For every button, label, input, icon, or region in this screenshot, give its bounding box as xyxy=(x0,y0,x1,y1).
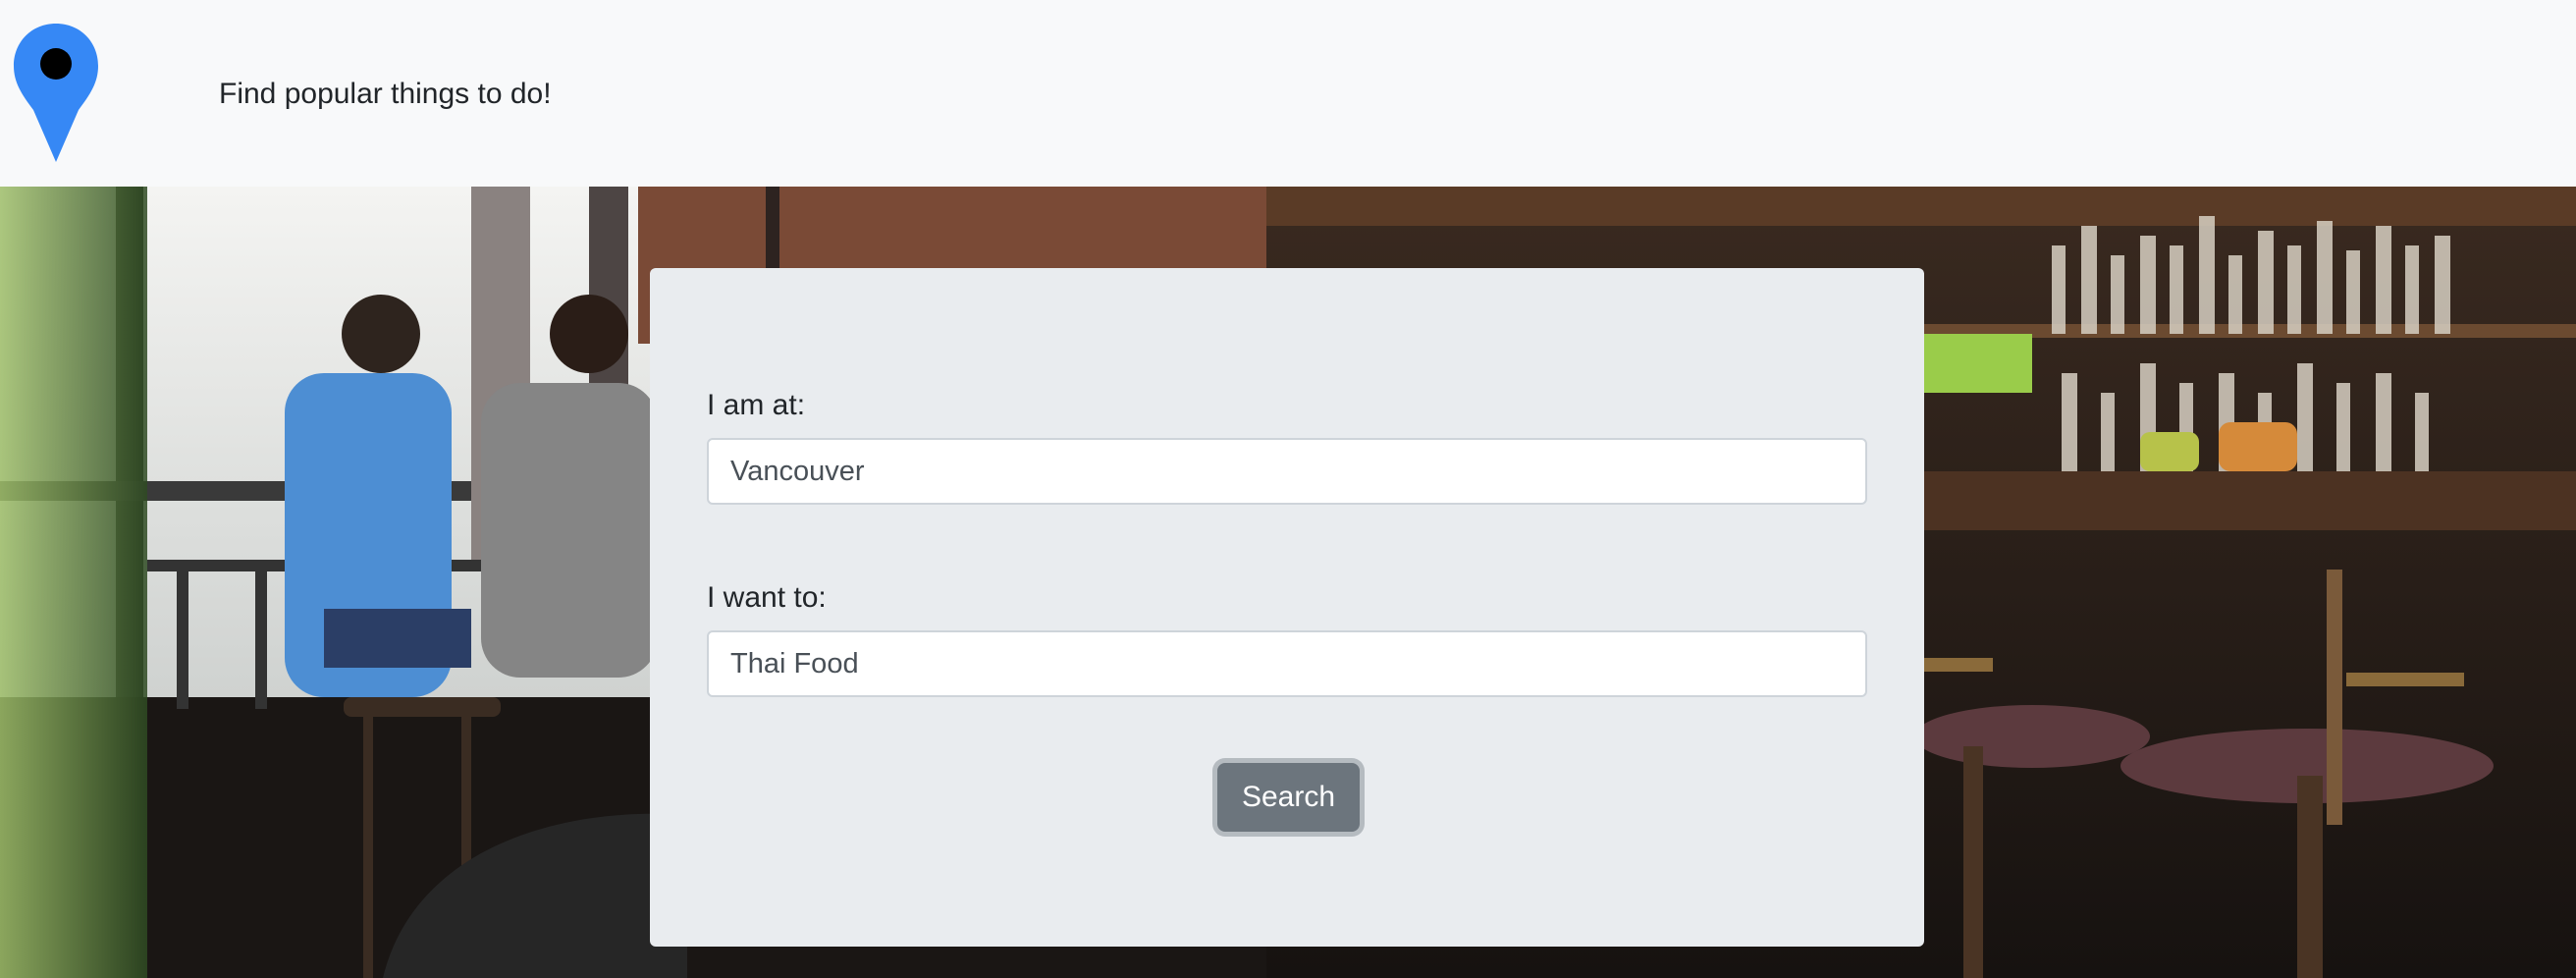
search-button[interactable]: Search xyxy=(1217,763,1360,832)
activity-label: I want to: xyxy=(707,581,827,614)
tagline: Find popular things to do! xyxy=(219,78,552,110)
search-card: I am at: I want to: Search xyxy=(650,268,1924,947)
location-input[interactable] xyxy=(707,438,1867,505)
location-label: I am at: xyxy=(707,389,806,421)
navbar: Find popular things to do! xyxy=(0,0,2576,187)
activity-input[interactable] xyxy=(707,630,1867,697)
map-pin-icon[interactable] xyxy=(12,22,100,163)
